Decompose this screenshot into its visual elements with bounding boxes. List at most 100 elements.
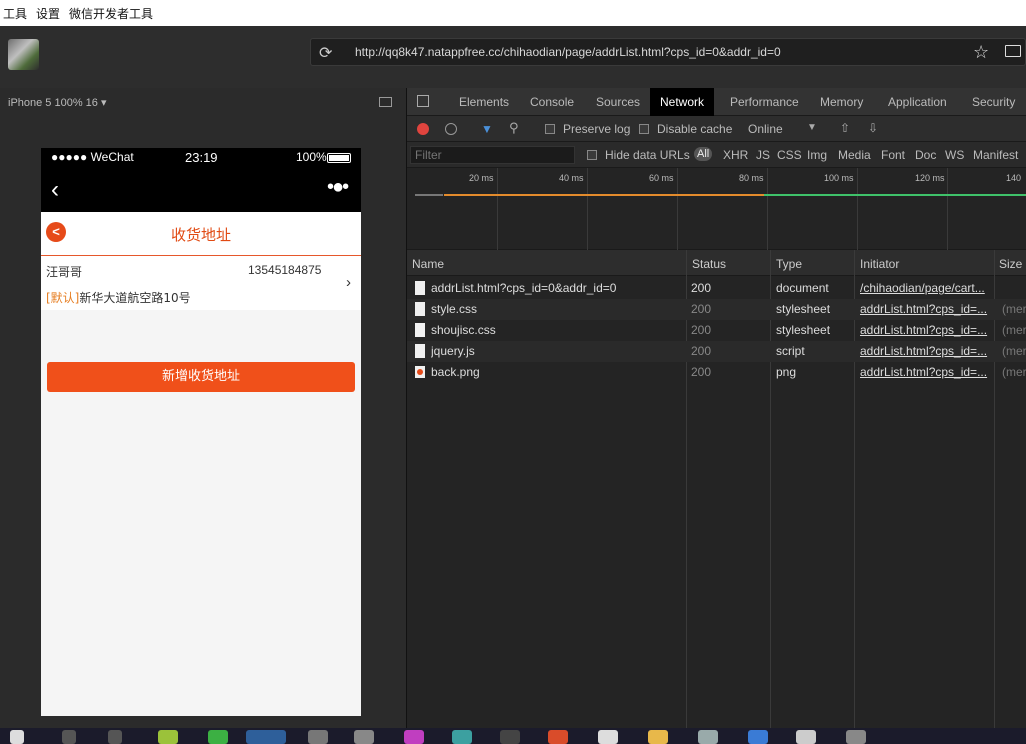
- folder-icon[interactable]: [648, 730, 668, 744]
- tab-network[interactable]: Network: [650, 88, 715, 116]
- task-view-icon[interactable]: [108, 730, 122, 744]
- taskbar-app-icon[interactable]: [246, 730, 286, 744]
- address-item[interactable]: 汪哥哥 13545184875 [默认]新华大道航空路10号 ›: [41, 256, 361, 310]
- default-tag: [默认]: [46, 291, 80, 305]
- request-type: document: [776, 281, 829, 295]
- taskbar-app-icon[interactable]: [500, 730, 520, 744]
- preserve-log-checkbox[interactable]: [545, 124, 555, 134]
- import-icon[interactable]: ⇧: [840, 121, 850, 135]
- filter-icon[interactable]: ▼: [481, 122, 493, 136]
- request-size: (mer: [1002, 365, 1026, 379]
- battery-label: 100%: [296, 150, 327, 164]
- filter-type-font[interactable]: Font: [881, 148, 905, 162]
- folder-icon[interactable]: [1005, 45, 1021, 57]
- filter-type-xhr[interactable]: XHR: [723, 148, 748, 162]
- table-row[interactable]: shoujisc.css 200 stylesheet addrList.htm…: [407, 320, 1026, 341]
- request-name: addrList.html?cps_id=0&addr_id=0: [431, 281, 617, 295]
- taskbar-app-icon[interactable]: [158, 730, 178, 744]
- menu-wechat-devtools[interactable]: 微信开发者工具: [66, 5, 159, 22]
- table-row[interactable]: addrList.html?cps_id=0&addr_id=0 200 doc…: [407, 278, 1026, 299]
- taskbar-app-icon[interactable]: [548, 730, 568, 744]
- disable-cache-checkbox[interactable]: [639, 124, 649, 134]
- menu-bar: 工具 设置 微信开发者工具: [0, 0, 1026, 26]
- request-size: (mer: [1002, 323, 1026, 337]
- request-type: stylesheet: [776, 323, 831, 337]
- request-initiator[interactable]: addrList.html?cps_id=...: [860, 323, 992, 337]
- table-row[interactable]: style.css 200 stylesheet addrList.html?c…: [407, 299, 1026, 320]
- request-status: 200: [691, 302, 712, 316]
- windows-start-icon[interactable]: [10, 730, 24, 744]
- tab-application[interactable]: Application: [878, 88, 957, 116]
- request-initiator[interactable]: addrList.html?cps_id=...: [860, 365, 992, 379]
- clear-icon[interactable]: [445, 123, 457, 135]
- filter-type-media[interactable]: Media: [838, 148, 871, 162]
- menu-tools[interactable]: 工具: [0, 5, 33, 22]
- back-chevron-icon[interactable]: ‹: [51, 176, 59, 204]
- filter-type-js[interactable]: JS: [756, 148, 770, 162]
- more-dots-icon[interactable]: •●•: [327, 176, 349, 199]
- taskbar-app-icon[interactable]: [308, 730, 328, 744]
- filter-type-ws[interactable]: WS: [945, 148, 964, 162]
- search-icon[interactable]: ⚲: [509, 120, 519, 136]
- timeline-gridline: [857, 168, 858, 250]
- column-initiator[interactable]: Initiator: [860, 257, 899, 271]
- star-icon[interactable]: ☆: [973, 42, 989, 63]
- taskbar-app-icon[interactable]: [796, 730, 816, 744]
- url-bar[interactable]: ⟳ http://qq8k47.natappfree.cc/chihaodian…: [310, 38, 1026, 66]
- address-name: 汪哥哥: [46, 265, 83, 279]
- filter-type-manifest[interactable]: Manifest: [973, 148, 1018, 162]
- taskbar-app-icon[interactable]: [452, 730, 472, 744]
- taskbar-app-icon[interactable]: [404, 730, 424, 744]
- request-initiator[interactable]: /chihaodian/page/cart...: [860, 281, 992, 295]
- table-row[interactable]: back.png 200 png addrList.html?cps_id=..…: [407, 362, 1026, 383]
- timeline-gridline: [587, 168, 588, 250]
- timeline-tick: 120 ms: [915, 173, 945, 183]
- inspect-element-icon[interactable]: [417, 95, 429, 107]
- column-type[interactable]: Type: [776, 257, 802, 271]
- filter-type-img[interactable]: Img: [807, 148, 827, 162]
- address-row: ⟳ http://qq8k47.natappfree.cc/chihaodian…: [0, 26, 1026, 88]
- taskbar-app-icon[interactable]: [846, 730, 866, 744]
- filter-input[interactable]: [410, 146, 575, 164]
- table-row[interactable]: jquery.js 200 script addrList.html?cps_i…: [407, 341, 1026, 362]
- add-address-button[interactable]: 新增收货地址: [47, 362, 355, 392]
- request-initiator[interactable]: addrList.html?cps_id=...: [860, 344, 992, 358]
- devtools-tab-bar: Elements Console Sources Network Perform…: [407, 88, 1026, 116]
- column-status[interactable]: Status: [692, 257, 726, 271]
- taskbar-app-icon[interactable]: [698, 730, 718, 744]
- document-icon: [415, 281, 425, 295]
- export-icon[interactable]: ⇩: [868, 121, 878, 135]
- tab-sources[interactable]: Sources: [586, 88, 650, 116]
- taskbar-app-icon[interactable]: [748, 730, 768, 744]
- tab-performance[interactable]: Performance: [720, 88, 809, 116]
- phone-screen: ●●●●● WeChat 23:19 100% ‹ •●• < 收货地址 汪哥哥…: [41, 148, 361, 716]
- taskbar-app-icon[interactable]: [598, 730, 618, 744]
- menu-settings[interactable]: 设置: [33, 5, 66, 22]
- network-overview-timeline[interactable]: 20 ms 40 ms 60 ms 80 ms 100 ms 120 ms 14…: [407, 168, 1026, 250]
- battery-icon: [327, 153, 351, 163]
- hide-data-urls-checkbox[interactable]: [587, 150, 597, 160]
- wechat-icon[interactable]: [208, 730, 228, 744]
- reload-icon[interactable]: ⟳: [319, 43, 332, 63]
- tab-security[interactable]: Security: [962, 88, 1025, 116]
- request-name: style.css: [431, 302, 478, 316]
- column-name[interactable]: Name: [412, 257, 444, 271]
- record-icon[interactable]: [417, 123, 429, 135]
- tab-elements[interactable]: Elements: [449, 88, 519, 116]
- device-selector[interactable]: iPhone 5 100% 16 ▾: [8, 96, 106, 109]
- filter-type-all[interactable]: All: [694, 147, 713, 161]
- filter-type-doc[interactable]: Doc: [915, 148, 936, 162]
- request-initiator[interactable]: addrList.html?cps_id=...: [860, 302, 992, 316]
- tab-memory[interactable]: Memory: [810, 88, 873, 116]
- chevron-down-icon[interactable]: ▼: [807, 122, 817, 133]
- avatar[interactable]: [8, 39, 39, 70]
- search-icon[interactable]: [62, 730, 76, 744]
- filter-type-css[interactable]: CSS: [777, 148, 802, 162]
- throttle-select[interactable]: Online: [748, 122, 783, 136]
- taskbar-app-icon[interactable]: [354, 730, 374, 744]
- request-type: png: [776, 365, 797, 379]
- popout-icon[interactable]: [379, 97, 392, 107]
- url-text[interactable]: http://qq8k47.natappfree.cc/chihaodian/p…: [355, 45, 781, 59]
- column-size[interactable]: Size: [999, 257, 1022, 271]
- tab-console[interactable]: Console: [520, 88, 584, 116]
